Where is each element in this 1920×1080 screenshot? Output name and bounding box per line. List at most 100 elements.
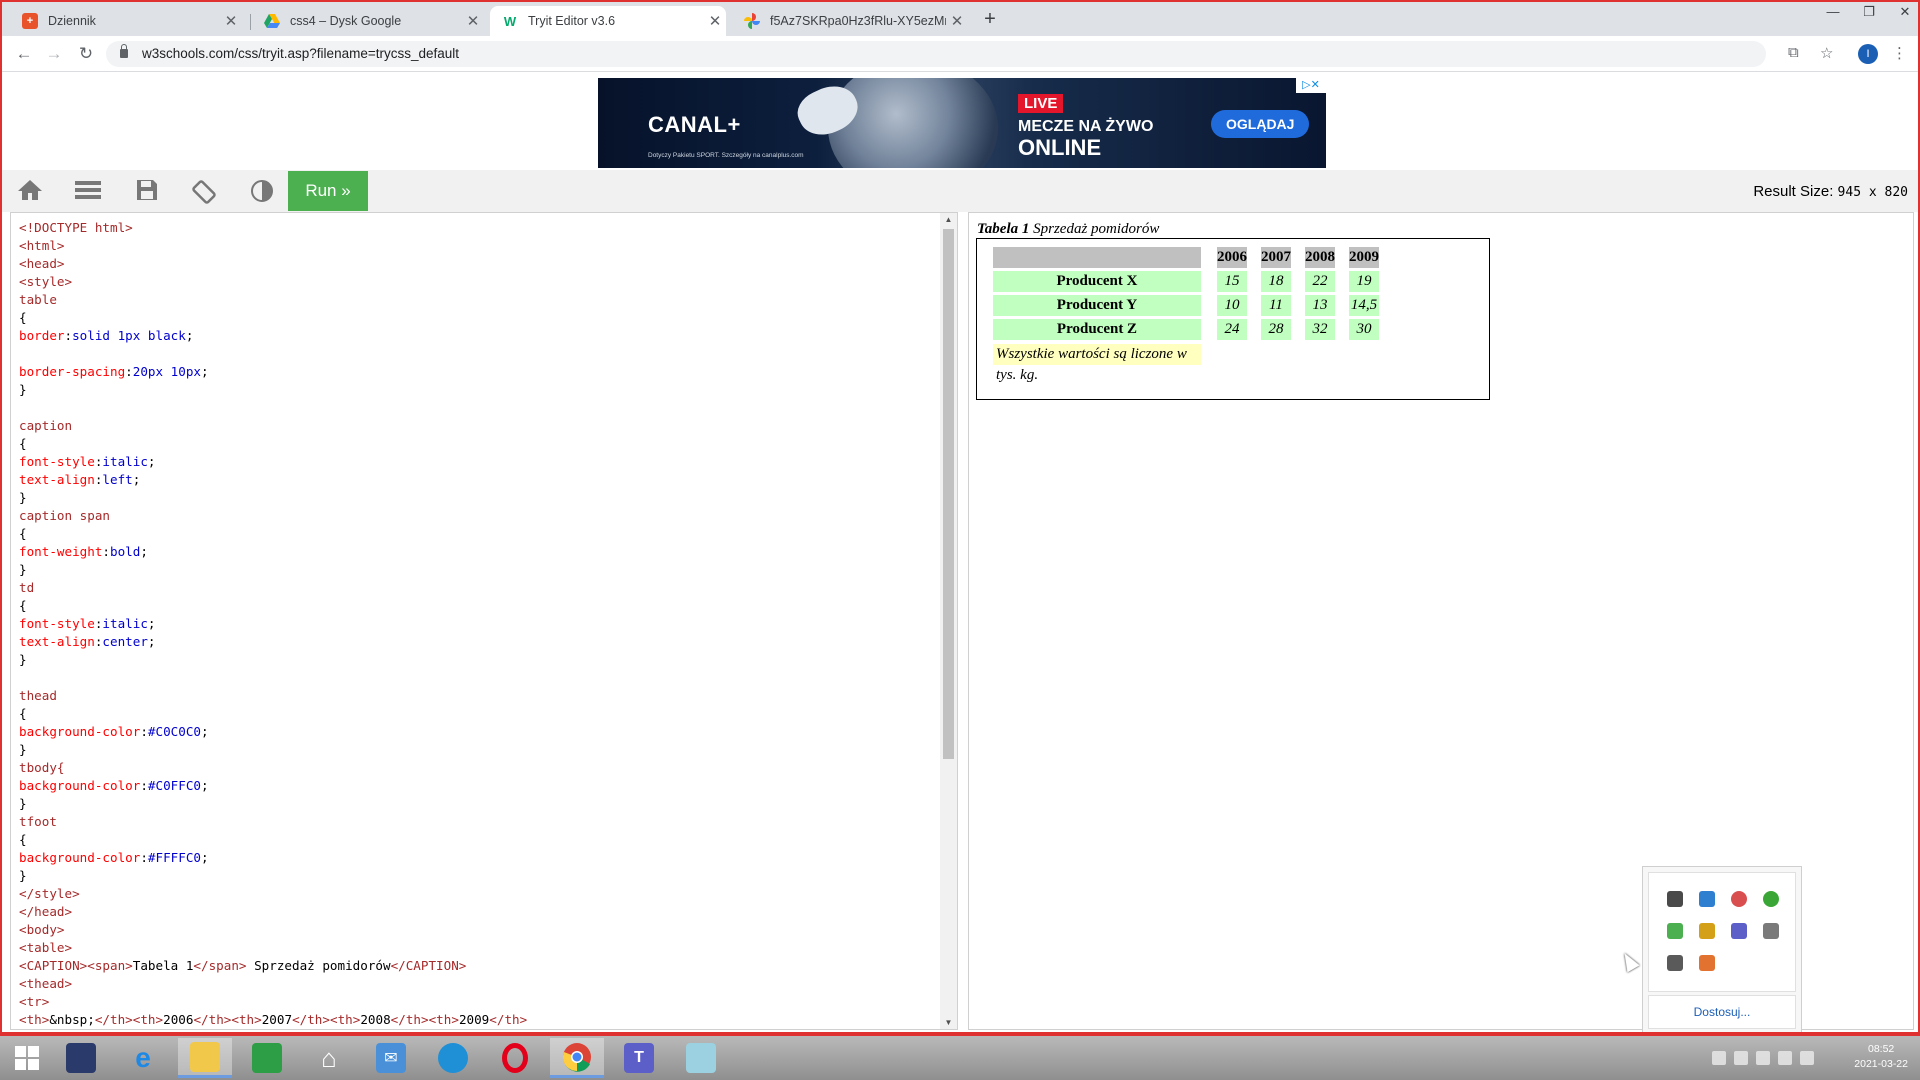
- taskbar-notepad[interactable]: [674, 1038, 728, 1078]
- taskbar-home[interactable]: ⌂: [302, 1038, 356, 1078]
- clock[interactable]: 08:52 2021-03-22: [1854, 1042, 1908, 1072]
- refresh-tray-icon[interactable]: [1763, 891, 1779, 907]
- taskbar-chrome[interactable]: [550, 1038, 604, 1078]
- code-line: background-color:#FFFFC0;: [19, 850, 209, 865]
- taskbar-file-explorer[interactable]: [178, 1038, 232, 1078]
- result-size-label: Result Size:: [1753, 183, 1834, 200]
- taskbar-opera[interactable]: [488, 1038, 542, 1078]
- translate-icon[interactable]: ⧉: [1788, 44, 1799, 61]
- bookmark-star-icon[interactable]: ☆: [1820, 44, 1833, 62]
- code-text[interactable]: <!DOCTYPE html> <html> <head> <style> table {…: [19, 219, 527, 1029]
- save-icon[interactable]: [133, 179, 161, 203]
- caption-label: Tabela 1: [977, 221, 1030, 237]
- shield-tray-icon[interactable]: [1699, 923, 1715, 939]
- scroll-up-icon[interactable]: ▲: [940, 215, 957, 224]
- teams-tray-icon[interactable]: [1731, 923, 1747, 939]
- taskbar-teams[interactable]: T: [612, 1038, 666, 1078]
- close-icon[interactable]: ✕: [946, 12, 968, 30]
- back-icon[interactable]: ←: [12, 42, 36, 66]
- tab-dysk-google[interactable]: css4 – Dysk Google ✕: [252, 6, 484, 36]
- taskbar-edge[interactable]: [426, 1038, 480, 1078]
- ad-close-icon[interactable]: ▷✕: [1296, 78, 1326, 93]
- start-button[interactable]: [0, 1038, 54, 1078]
- volume-icon[interactable]: [1800, 1051, 1814, 1065]
- code-line: <html>: [19, 238, 65, 253]
- edge-icon: [438, 1043, 468, 1073]
- battery-icon[interactable]: [1756, 1051, 1770, 1065]
- close-window-icon[interactable]: ✕: [1887, 4, 1918, 20]
- new-tab-button[interactable]: +: [978, 8, 1002, 31]
- caption-text: Sprzedaż pomidorów: [1029, 221, 1160, 237]
- tab-tryit-editor[interactable]: W Tryit Editor v3.6 ✕: [490, 6, 726, 36]
- close-icon[interactable]: ✕: [462, 12, 484, 30]
- ad-cta-button[interactable]: OGLĄDAJ: [1211, 110, 1310, 138]
- ad-ball-image: [828, 78, 998, 168]
- clock-date: 2021-03-22: [1854, 1058, 1908, 1070]
- printer-tray-icon[interactable]: [1667, 955, 1683, 971]
- ie-icon: e: [135, 1042, 151, 1073]
- tab-dziennik[interactable]: + Dziennik ✕: [10, 6, 242, 36]
- table-cell: 28: [1261, 319, 1291, 340]
- close-icon[interactable]: ✕: [704, 12, 726, 30]
- rotate-orientation-icon[interactable]: [190, 179, 218, 204]
- tab-title: f5Az7SKRpa0Hz3fRlu-XY5ezMmJ: [770, 14, 946, 28]
- code-line: caption span: [19, 508, 110, 523]
- tray-expand-icon[interactable]: [1712, 1051, 1726, 1065]
- code-line: }: [19, 796, 27, 811]
- store-icon: [252, 1043, 282, 1073]
- code-line: font-style:italic;: [19, 616, 156, 631]
- run-button[interactable]: Run »: [288, 171, 368, 211]
- tray-overflow-popup: Dostosuj...: [1642, 866, 1802, 1032]
- tab-google-photos[interactable]: f5Az7SKRpa0Hz3fRlu-XY5ezMmJ ✕: [732, 6, 968, 36]
- reload-icon[interactable]: ↻: [74, 42, 98, 66]
- check-tray-icon[interactable]: [1667, 923, 1683, 939]
- scroll-down-icon[interactable]: ▼: [940, 1018, 957, 1027]
- code-editor[interactable]: <!DOCTYPE html> <html> <head> <style> table {…: [10, 212, 958, 1030]
- code-line: }: [19, 868, 27, 883]
- menu-icon[interactable]: [74, 179, 102, 203]
- teams-icon: T: [624, 1043, 654, 1073]
- taskbar-lenovo[interactable]: [54, 1038, 108, 1078]
- code-scrollbar[interactable]: ▲ ▼: [940, 213, 957, 1029]
- code-line: {: [19, 832, 27, 847]
- taskbar-store[interactable]: [240, 1038, 294, 1078]
- taskbar-internet-explorer[interactable]: e: [116, 1038, 170, 1078]
- network-tray-icon[interactable]: [1699, 891, 1715, 907]
- monitor-tray-icon[interactable]: [1667, 891, 1683, 907]
- browser-window: + Dziennik ✕ css4 – Dysk Google ✕ W Tryi…: [0, 0, 1920, 1036]
- table-cell: 30: [1349, 319, 1379, 340]
- minimize-icon[interactable]: —: [1815, 4, 1851, 19]
- ad-fine-print: Dotyczy Pakietu SPORT. Szczegóły na cana…: [648, 152, 804, 159]
- scrollbar-thumb[interactable]: [943, 229, 954, 759]
- code-line: <head>: [19, 256, 65, 271]
- forward-icon[interactable]: →: [42, 42, 66, 66]
- tab-title: Dziennik: [48, 14, 96, 28]
- address-bar[interactable]: w3schools.com/css/tryit.asp?filename=try…: [106, 41, 1766, 67]
- restore-icon[interactable]: ❐: [1851, 4, 1887, 20]
- tray-icons-area: [1648, 872, 1796, 992]
- code-line: </style>: [19, 886, 80, 901]
- header-year: 2008: [1305, 247, 1335, 268]
- ad-banner[interactable]: CANAL+ Dotyczy Pakietu SPORT. Szczegóły …: [598, 78, 1326, 168]
- wifi-icon[interactable]: [1778, 1051, 1792, 1065]
- taskbar-mail[interactable]: ✉: [364, 1038, 418, 1078]
- home-icon[interactable]: [16, 179, 44, 203]
- customize-link[interactable]: Dostosuj...: [1648, 995, 1796, 1029]
- contrast-theme-icon[interactable]: [248, 179, 276, 203]
- app-tray-icon[interactable]: [1699, 955, 1715, 971]
- table-cell: 10: [1217, 295, 1247, 316]
- code-line: }: [19, 562, 27, 577]
- header-year: 2006: [1217, 247, 1247, 268]
- color-tray-icon[interactable]: [1731, 891, 1747, 907]
- menu-dots-icon[interactable]: ⋮: [1892, 44, 1907, 62]
- code-line: <tr>: [19, 994, 50, 1009]
- close-icon[interactable]: ✕: [220, 12, 242, 30]
- result-size-value: 945 x 820: [1837, 185, 1908, 200]
- code-line: <thead>: [19, 976, 73, 991]
- security-icon[interactable]: [1734, 1051, 1748, 1065]
- ad-brand: CANAL+: [648, 112, 741, 137]
- device-tray-icon[interactable]: [1763, 923, 1779, 939]
- code-line: {: [19, 706, 27, 721]
- ad-live-badge: LIVE: [1018, 94, 1064, 113]
- profile-avatar[interactable]: I: [1858, 44, 1878, 64]
